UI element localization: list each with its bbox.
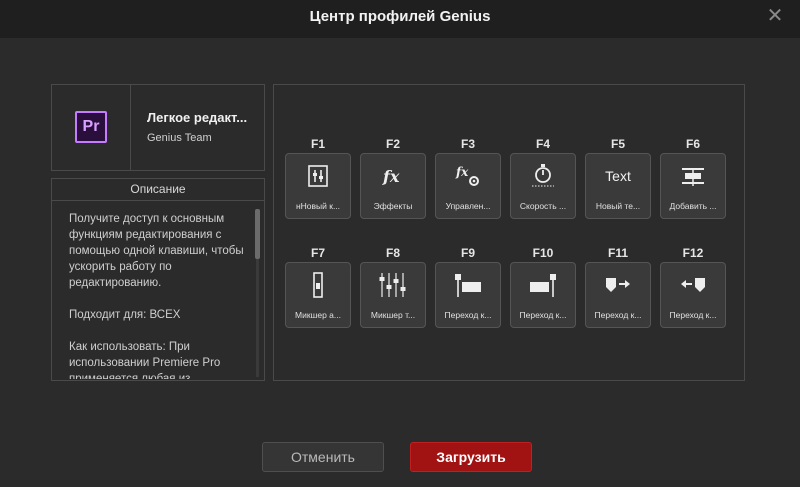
hotkey-label: F11 <box>607 246 628 260</box>
hotkey-button-f9[interactable]: Переход к... <box>435 262 501 328</box>
text-icon: Text <box>586 162 650 190</box>
hotkey-action-label: нНовый к... <box>295 201 341 211</box>
hotkey-f3: F3 fx Управлен... <box>435 137 501 219</box>
hotkey-f7: F7 Микшер а... <box>285 246 351 328</box>
hotkey-button-f10[interactable]: Переход к... <box>510 262 576 328</box>
cancel-button[interactable]: Отменить <box>262 442 384 472</box>
go-to-end-icon <box>511 271 575 299</box>
prev-marker-icon <box>661 271 725 299</box>
profile-logo-cell: Pr <box>52 85 131 170</box>
go-to-start-icon <box>436 271 500 299</box>
load-button[interactable]: Загрузить <box>410 442 532 472</box>
hotkeys-panel: F1 нНовый к... F2 fx Эффекты F3 fx Управ… <box>273 84 745 381</box>
hotkey-button-f6[interactable]: Добавить ... <box>660 153 726 219</box>
description-header: Описание <box>52 179 264 201</box>
fx-controls-icon: fx <box>436 162 500 190</box>
hotkey-action-label: Переход к... <box>594 310 642 320</box>
hotkey-action-label: Микшер а... <box>295 310 341 320</box>
hotkey-button-f3[interactable]: fx Управлен... <box>435 153 501 219</box>
add-track-icon <box>661 162 725 190</box>
description-paragraph: Как использовать: При использовании Prem… <box>69 341 221 379</box>
hotkey-label: F5 <box>610 137 625 151</box>
hotkey-button-f2[interactable]: fx Эффекты <box>360 153 426 219</box>
fx-icon: fx <box>361 162 425 190</box>
hotkey-label: F12 <box>682 246 704 260</box>
hotkey-label: F1 <box>310 137 325 151</box>
hotkey-f2: F2 fx Эффекты <box>360 137 426 219</box>
hotkey-action-label: Микшер т... <box>370 310 416 320</box>
hotkey-action-label: Управлен... <box>445 201 491 211</box>
audio-mixer-icon <box>286 271 350 299</box>
description-paragraph: Подходит для: ВСЕХ <box>69 309 181 321</box>
hotkey-label: F3 <box>460 137 475 151</box>
hotkey-button-f5[interactable]: Text Новый те... <box>585 153 651 219</box>
description-panel: Описание Получите доступ к основным функ… <box>51 178 265 381</box>
hotkey-button-f1[interactable]: нНовый к... <box>285 153 351 219</box>
profile-card: Pr Легкое редакт... Genius Team <box>51 84 265 171</box>
hotkey-action-label: Переход к... <box>444 310 492 320</box>
hotkey-label: F6 <box>685 137 700 151</box>
hotkey-action-label: Скорость ... <box>519 201 567 211</box>
hotkey-label: F8 <box>385 246 400 260</box>
hotkey-f9: F9 Переход к... <box>435 246 501 328</box>
hotkey-f4: F4 Скорость ... <box>510 137 576 219</box>
description-scrollbar-thumb[interactable] <box>255 209 260 259</box>
hotkey-button-f7[interactable]: Микшер а... <box>285 262 351 328</box>
text-icon-label: Text <box>605 168 631 184</box>
profile-name: Легкое редакт... <box>147 110 248 125</box>
hotkey-action-label: Новый те... <box>595 201 641 211</box>
hotkey-action-label: Эффекты <box>373 201 413 211</box>
hotkey-button-f11[interactable]: Переход к... <box>585 262 651 328</box>
description-text[interactable]: Получите доступ к основным функциям реда… <box>69 211 251 379</box>
hotkey-label: F7 <box>310 246 325 260</box>
hotkey-f11: F11 Переход к... <box>585 246 651 328</box>
next-marker-icon <box>586 271 650 299</box>
hotkey-action-label: Переход к... <box>669 310 717 320</box>
hotkey-label: F9 <box>460 246 475 260</box>
svg-text:fx: fx <box>455 165 469 179</box>
hotkey-button-f12[interactable]: Переход к... <box>660 262 726 328</box>
close-icon[interactable]: ✕ <box>766 6 784 26</box>
description-paragraph: Получите доступ к основным функциям реда… <box>69 213 244 289</box>
hotkey-label: F10 <box>532 246 554 260</box>
hotkey-f12: F12 Переход к... <box>660 246 726 328</box>
hotkey-button-f8[interactable]: Микшер т... <box>360 262 426 328</box>
hotkey-f5: F5 Text Новый те... <box>585 137 651 219</box>
stopwatch-icon <box>511 162 575 190</box>
premiere-pro-logo-icon: Pr <box>75 111 107 143</box>
hotkey-action-label: Добавить ... <box>669 201 717 211</box>
hotkey-label: F4 <box>535 137 550 151</box>
svg-text:fx: fx <box>382 167 400 186</box>
hotkey-button-f4[interactable]: Скорость ... <box>510 153 576 219</box>
hotkey-action-label: Переход к... <box>519 310 567 320</box>
hotkey-label: F2 <box>385 137 400 151</box>
profile-author: Genius Team <box>147 132 212 144</box>
sequence-icon <box>286 162 350 190</box>
dialog-title: Центр профилей Genius <box>309 8 491 25</box>
track-mixer-icon <box>361 271 425 299</box>
hotkey-f10: F10 Переход к... <box>510 246 576 328</box>
hotkey-f8: F8 Микшер т... <box>360 246 426 328</box>
hotkey-f1: F1 нНовый к... <box>285 137 351 219</box>
hotkey-f6: F6 Добавить ... <box>660 137 726 219</box>
